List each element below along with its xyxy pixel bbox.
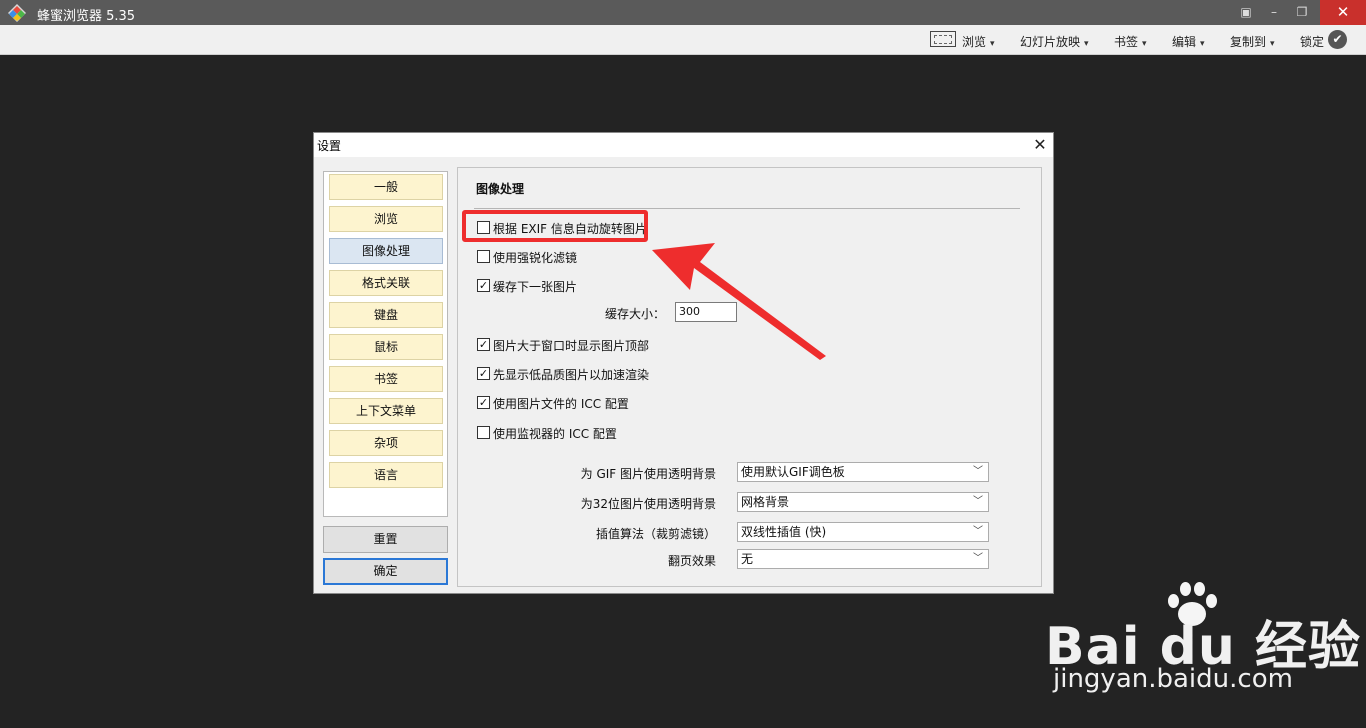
- nav-item-file-association[interactable]: 格式关联: [329, 270, 443, 296]
- checkbox-label: 图片大于窗口时显示图片顶部: [493, 339, 650, 353]
- chevron-down-icon: ﹀: [973, 553, 983, 564]
- checkbox-box[interactable]: ✓: [477, 279, 490, 292]
- section-divider: [474, 208, 1020, 209]
- interpolation-select[interactable]: 双线性插值 (快) ﹀: [737, 522, 989, 542]
- toolbar-edit-menu[interactable]: 编辑 ▾: [1172, 33, 1205, 50]
- nav-item-image-processing[interactable]: 图像处理: [329, 238, 443, 264]
- cache-size-input[interactable]: 300: [675, 302, 737, 322]
- app-title: 蜂蜜浏览器 5.35: [37, 9, 136, 24]
- fullscreen-button[interactable]: ▣: [1232, 0, 1260, 25]
- gif-background-label: 为 GIF 图片使用透明背景: [580, 467, 716, 481]
- settings-dialog: 设置 ✕ 一般 浏览 图像处理 格式关联 键盘 鼠标 书签 上下文菜单 杂项 语…: [313, 132, 1054, 594]
- checkbox-box[interactable]: ✓: [477, 338, 490, 351]
- checkbox-label: 缓存下一张图片: [493, 280, 578, 294]
- checkbox-box[interactable]: [477, 426, 490, 439]
- checkbox-label: 使用监视器的 ICC 配置: [493, 427, 617, 441]
- page-effect-label: 翻页效果: [667, 554, 716, 568]
- checkbox-box[interactable]: [477, 250, 490, 263]
- select-value: 网格背景: [741, 495, 790, 509]
- gif-background-select[interactable]: 使用默认GIF调色板 ﹀: [737, 462, 989, 482]
- baidu-watermark: Bai du 经验 jingyan.baidu.com: [1045, 580, 1360, 700]
- section-title: 图像处理: [476, 182, 525, 196]
- minimize-button[interactable]: –: [1260, 0, 1288, 25]
- annotation-highlight-box: [462, 210, 648, 242]
- toolbar-bookmark-menu[interactable]: 书签 ▾: [1114, 33, 1147, 50]
- chevron-down-icon: ▾: [1200, 39, 1205, 49]
- chevron-down-icon: ▾: [1270, 39, 1275, 49]
- bit32-background-select[interactable]: 网格背景 ﹀: [737, 492, 989, 512]
- toolbar-copyto-menu[interactable]: 复制到 ▾: [1230, 33, 1275, 50]
- cache-size-label: 缓存大小：: [605, 307, 666, 321]
- select-value: 使用默认GIF调色板: [741, 465, 845, 479]
- checkbox-label: 使用强锐化滤镜: [493, 251, 578, 265]
- checkbox-label: 先显示低品质图片以加速渲染: [493, 368, 650, 382]
- close-icon[interactable]: ✕: [1030, 135, 1050, 154]
- title-bar: 蜂蜜浏览器 5.35 ▣ – ❐ ✕: [0, 0, 1366, 25]
- dialog-header: 设置 ✕: [314, 133, 1053, 157]
- nav-item-context-menu[interactable]: 上下文菜单: [329, 398, 443, 424]
- app-logo-icon: [8, 4, 26, 22]
- nav-item-bookmark[interactable]: 书签: [329, 366, 443, 392]
- toolbar-lock-button[interactable]: 锁定: [1300, 33, 1324, 50]
- close-window-button[interactable]: ✕: [1320, 0, 1366, 25]
- nav-item-general[interactable]: 一般: [329, 174, 443, 200]
- chevron-down-icon: ﹀: [973, 526, 983, 537]
- chevron-down-icon: ﹀: [973, 466, 983, 477]
- toolbar-browse-menu[interactable]: 浏览 ▾: [962, 33, 995, 50]
- nav-item-mouse[interactable]: 鼠标: [329, 334, 443, 360]
- page-effect-select[interactable]: 无 ﹀: [737, 549, 989, 569]
- browse-mode-icon[interactable]: [930, 31, 956, 47]
- ok-button[interactable]: 确定: [323, 558, 448, 585]
- reset-button[interactable]: 重置: [323, 526, 448, 553]
- dialog-title: 设置: [317, 139, 342, 153]
- toolbar-slideshow-menu[interactable]: 幻灯片放映 ▾: [1020, 33, 1089, 50]
- toolbar-edit-label: 编辑: [1172, 35, 1197, 49]
- nav-item-language[interactable]: 语言: [329, 462, 443, 488]
- toolbar: 浏览 ▾ 幻灯片放映 ▾ 书签 ▾ 编辑 ▾ 复制到 ▾ 锁定 ✔: [0, 25, 1366, 55]
- chevron-down-icon: ▾: [990, 39, 995, 49]
- settings-nav: 一般 浏览 图像处理 格式关联 键盘 鼠标 书签 上下文菜单 杂项 语言: [323, 171, 448, 517]
- bit32-background-label: 为32位图片使用透明背景: [580, 497, 716, 511]
- checkbox-label: 使用图片文件的 ICC 配置: [493, 397, 629, 411]
- chevron-down-icon: ▾: [1084, 39, 1089, 49]
- nav-item-misc[interactable]: 杂项: [329, 430, 443, 456]
- chevron-down-icon: ▾: [1142, 39, 1147, 49]
- toolbar-bookmark-label: 书签: [1114, 35, 1139, 49]
- nav-item-browse[interactable]: 浏览: [329, 206, 443, 232]
- nav-item-keyboard[interactable]: 键盘: [329, 302, 443, 328]
- chevron-down-icon: ﹀: [973, 496, 983, 507]
- toolbar-browse-label: 浏览: [962, 35, 987, 49]
- select-value: 双线性插值 (快): [741, 525, 827, 539]
- checkbox-box[interactable]: ✓: [477, 367, 490, 380]
- lock-check-icon[interactable]: ✔: [1328, 30, 1347, 49]
- toolbar-slideshow-label: 幻灯片放映: [1020, 35, 1081, 49]
- interpolation-label: 插值算法（裁剪滤镜）: [595, 527, 716, 541]
- select-value: 无: [741, 552, 754, 566]
- checkbox-box[interactable]: ✓: [477, 396, 490, 409]
- restore-button[interactable]: ❐: [1288, 0, 1316, 25]
- toolbar-copyto-label: 复制到: [1230, 35, 1267, 49]
- watermark-url: jingyan.baidu.com: [1053, 664, 1293, 694]
